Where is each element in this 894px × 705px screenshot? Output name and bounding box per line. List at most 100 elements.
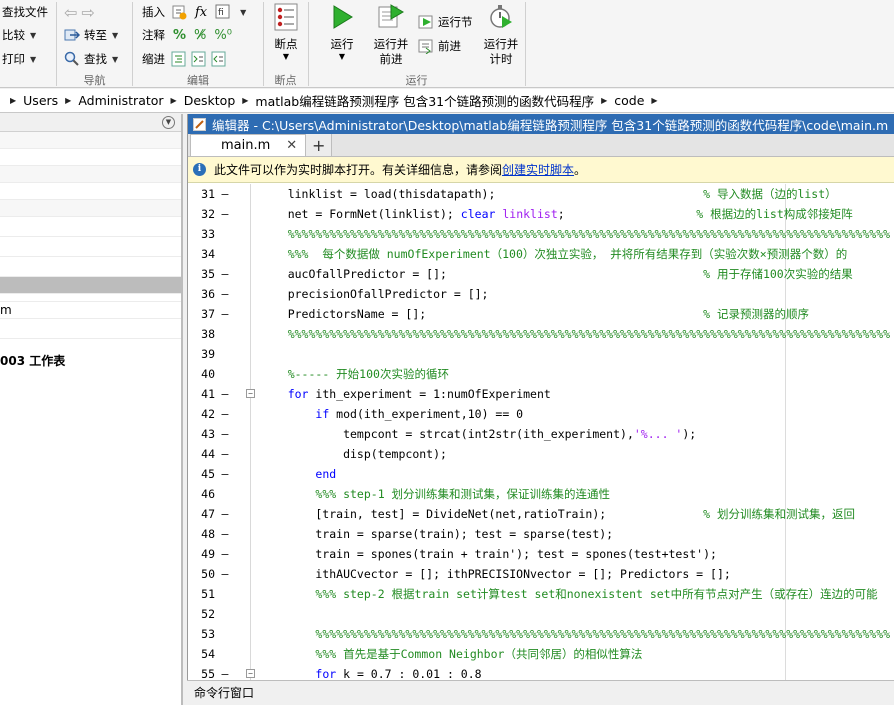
code-line[interactable]: 38 %%%%%%%%%%%%%%%%%%%%%%%%%%%%%%%%%%%%%… — [188, 324, 894, 344]
line-number[interactable]: 42 — [188, 404, 215, 424]
breakpoint-marker[interactable]: – — [221, 444, 229, 464]
breakpoint-marker[interactable]: – — [221, 464, 229, 484]
fold-toggle-icon[interactable]: − — [246, 389, 255, 398]
run-section-button[interactable]: 运行节 — [418, 14, 473, 30]
breakpoint-marker[interactable]: – — [221, 564, 229, 584]
breadcrumb-arrow-icon[interactable]: ▶ — [171, 96, 177, 105]
insert-button[interactable]: 插入 fx fi ▼ — [142, 4, 246, 20]
code-line[interactable]: 37– PredictorsName = []; % 记录预测器的顺序 — [188, 304, 894, 324]
line-number[interactable]: 41 — [188, 384, 215, 404]
line-number[interactable]: 39 — [188, 344, 215, 364]
breakpoint-marker[interactable]: – — [221, 384, 229, 404]
find-button[interactable]: 查找 ▼ — [64, 51, 118, 67]
breakpoints-button[interactable]: 断点 ▼ — [268, 2, 304, 61]
line-number[interactable]: 45 — [188, 464, 215, 484]
goto-button[interactable]: 转至 ▼ — [64, 27, 118, 43]
code-line[interactable]: 42– if mod(ith_experiment,10) == 0 — [188, 404, 894, 424]
run-advance-button[interactable]: 运行并 前进 — [370, 2, 412, 67]
code-line[interactable]: 35– aucOfallPredictor = []; % 用于存储100次实验… — [188, 264, 894, 284]
line-number[interactable]: 40 — [188, 364, 215, 384]
code-line[interactable]: 41– − for ith_experiment = 1:numOfExperim… — [188, 384, 894, 404]
breakpoint-marker[interactable]: – — [221, 304, 229, 324]
file-list-item[interactable]: m — [0, 302, 181, 319]
code-line[interactable]: 50– ithAUCvector = []; ithPRECISIONvecto… — [188, 564, 894, 584]
uncomment-icon[interactable]: %̸ — [194, 28, 206, 43]
file-list-item[interactable] — [0, 237, 181, 257]
increase-indent-icon[interactable] — [191, 51, 207, 67]
code-line[interactable]: 52 — [188, 604, 894, 624]
line-number[interactable]: 48 — [188, 524, 215, 544]
code-line[interactable]: 55– − for k = 0.7 : 0.01 : 0.8 — [188, 664, 894, 680]
breadcrumb-administrator[interactable]: Administrator — [78, 93, 163, 108]
wrap-comment-icon[interactable]: %⁰ — [214, 28, 232, 43]
code-line[interactable]: 36– precisionOfallPredictor = []; — [188, 284, 894, 304]
line-number[interactable]: 31 — [188, 184, 215, 204]
line-number[interactable]: 37 — [188, 304, 215, 324]
advance-button[interactable]: 前进 — [418, 38, 461, 55]
function-icon[interactable]: fi — [215, 4, 231, 20]
decrease-indent-icon[interactable] — [211, 51, 227, 67]
file-list-item[interactable] — [0, 149, 181, 166]
breadcrumb-arrow-icon[interactable]: ▶ — [242, 96, 248, 105]
breadcrumb-project-folder[interactable]: matlab编程链路预测程序 包含31个链路预测的函数代码程序 — [255, 91, 594, 110]
code-line[interactable]: 39 — [188, 344, 894, 364]
line-number[interactable]: 50 — [188, 564, 215, 584]
code-line[interactable]: 33 %%%%%%%%%%%%%%%%%%%%%%%%%%%%%%%%%%%%%… — [188, 224, 894, 244]
line-number[interactable]: 36 — [188, 284, 215, 304]
breakpoint-marker[interactable]: – — [221, 204, 229, 224]
fx-icon[interactable]: fx — [195, 5, 207, 20]
percent-icon[interactable]: % — [173, 28, 186, 43]
line-number[interactable]: 47 — [188, 504, 215, 524]
line-number[interactable]: 38 — [188, 324, 215, 344]
line-number[interactable]: 32 — [188, 204, 215, 224]
file-list-item[interactable] — [0, 339, 181, 353]
new-tab-button[interactable]: + — [306, 134, 333, 156]
back-arrow-icon[interactable]: ⇦ — [64, 3, 77, 22]
file-list-item[interactable] — [0, 200, 181, 217]
run-button[interactable]: 运行 ▼ — [322, 2, 362, 61]
find-files-button[interactable]: 查找文件 — [2, 4, 48, 20]
command-window[interactable]: 命令行窗口 — [187, 680, 894, 705]
breadcrumb-arrow-icon[interactable]: ▶ — [651, 96, 657, 105]
indent-button[interactable]: 缩进 — [142, 51, 231, 67]
breakpoint-marker[interactable]: – — [221, 424, 229, 444]
breakpoint-marker[interactable]: – — [221, 404, 229, 424]
code-line[interactable]: 31– linklist = load(thisdatapath); % 导入数… — [188, 184, 894, 204]
code-line[interactable]: 44– disp(tempcont); — [188, 444, 894, 464]
code-line[interactable]: 46 %%% step-1 划分训练集和测试集，保证训练集的连通性 — [188, 484, 894, 504]
code-line[interactable]: 40 %----- 开始100次实验的循环 — [188, 364, 894, 384]
code-line[interactable]: 34 %%% 每个数据做 numOfExperiment（100）次独立实验， … — [188, 244, 894, 264]
breadcrumb-users[interactable]: Users — [23, 93, 58, 108]
back-forward-buttons[interactable]: ⇦ ⇨ — [64, 3, 95, 22]
file-list-item[interactable] — [0, 166, 181, 183]
breadcrumb-arrow-icon[interactable]: ▶ — [10, 96, 16, 105]
file-list-item[interactable] — [0, 217, 181, 237]
breakpoint-marker[interactable]: – — [221, 284, 229, 304]
line-number[interactable]: 53 — [188, 624, 215, 644]
compare-button[interactable]: 比较 ▼ — [2, 27, 36, 43]
file-list-item-selected[interactable] — [0, 277, 181, 294]
file-list-item[interactable] — [0, 257, 181, 277]
code-line[interactable]: 53 %%%%%%%%%%%%%%%%%%%%%%%%%%%%%%%%%%%%%… — [188, 624, 894, 644]
close-icon[interactable]: ✕ — [286, 138, 297, 153]
forward-arrow-icon[interactable]: ⇨ — [81, 3, 94, 22]
tab-main-m[interactable]: main.m ✕ — [190, 134, 307, 156]
smart-indent-icon[interactable] — [171, 51, 187, 67]
breakpoint-marker[interactable]: – — [221, 524, 229, 544]
file-list-item[interactable] — [0, 132, 181, 149]
line-number[interactable]: 35 — [188, 264, 215, 284]
line-number[interactable]: 34 — [188, 244, 215, 264]
comment-button[interactable]: 注释 % %̸ %⁰ — [142, 27, 232, 43]
line-number[interactable]: 33 — [188, 224, 215, 244]
file-list-item[interactable] — [0, 294, 181, 302]
breakpoint-marker[interactable]: – — [221, 664, 229, 680]
breadcrumb-code[interactable]: code — [614, 93, 644, 108]
code-line[interactable]: 47– [train, test] = DivideNet(net,ratioT… — [188, 504, 894, 524]
line-number[interactable]: 51 — [188, 584, 215, 604]
code-line[interactable]: 48– train = sparse(train); test = sparse… — [188, 524, 894, 544]
file-list-item[interactable] — [0, 319, 181, 339]
code-line[interactable]: 54 %%% 首先是基于Common Neighbor（共同邻居）的相似性算法 — [188, 644, 894, 664]
file-list-item[interactable] — [0, 183, 181, 200]
code-line[interactable]: 43– tempcont = strcat(int2str(ith_experi… — [188, 424, 894, 444]
print-button[interactable]: 打印 ▼ — [2, 51, 36, 67]
